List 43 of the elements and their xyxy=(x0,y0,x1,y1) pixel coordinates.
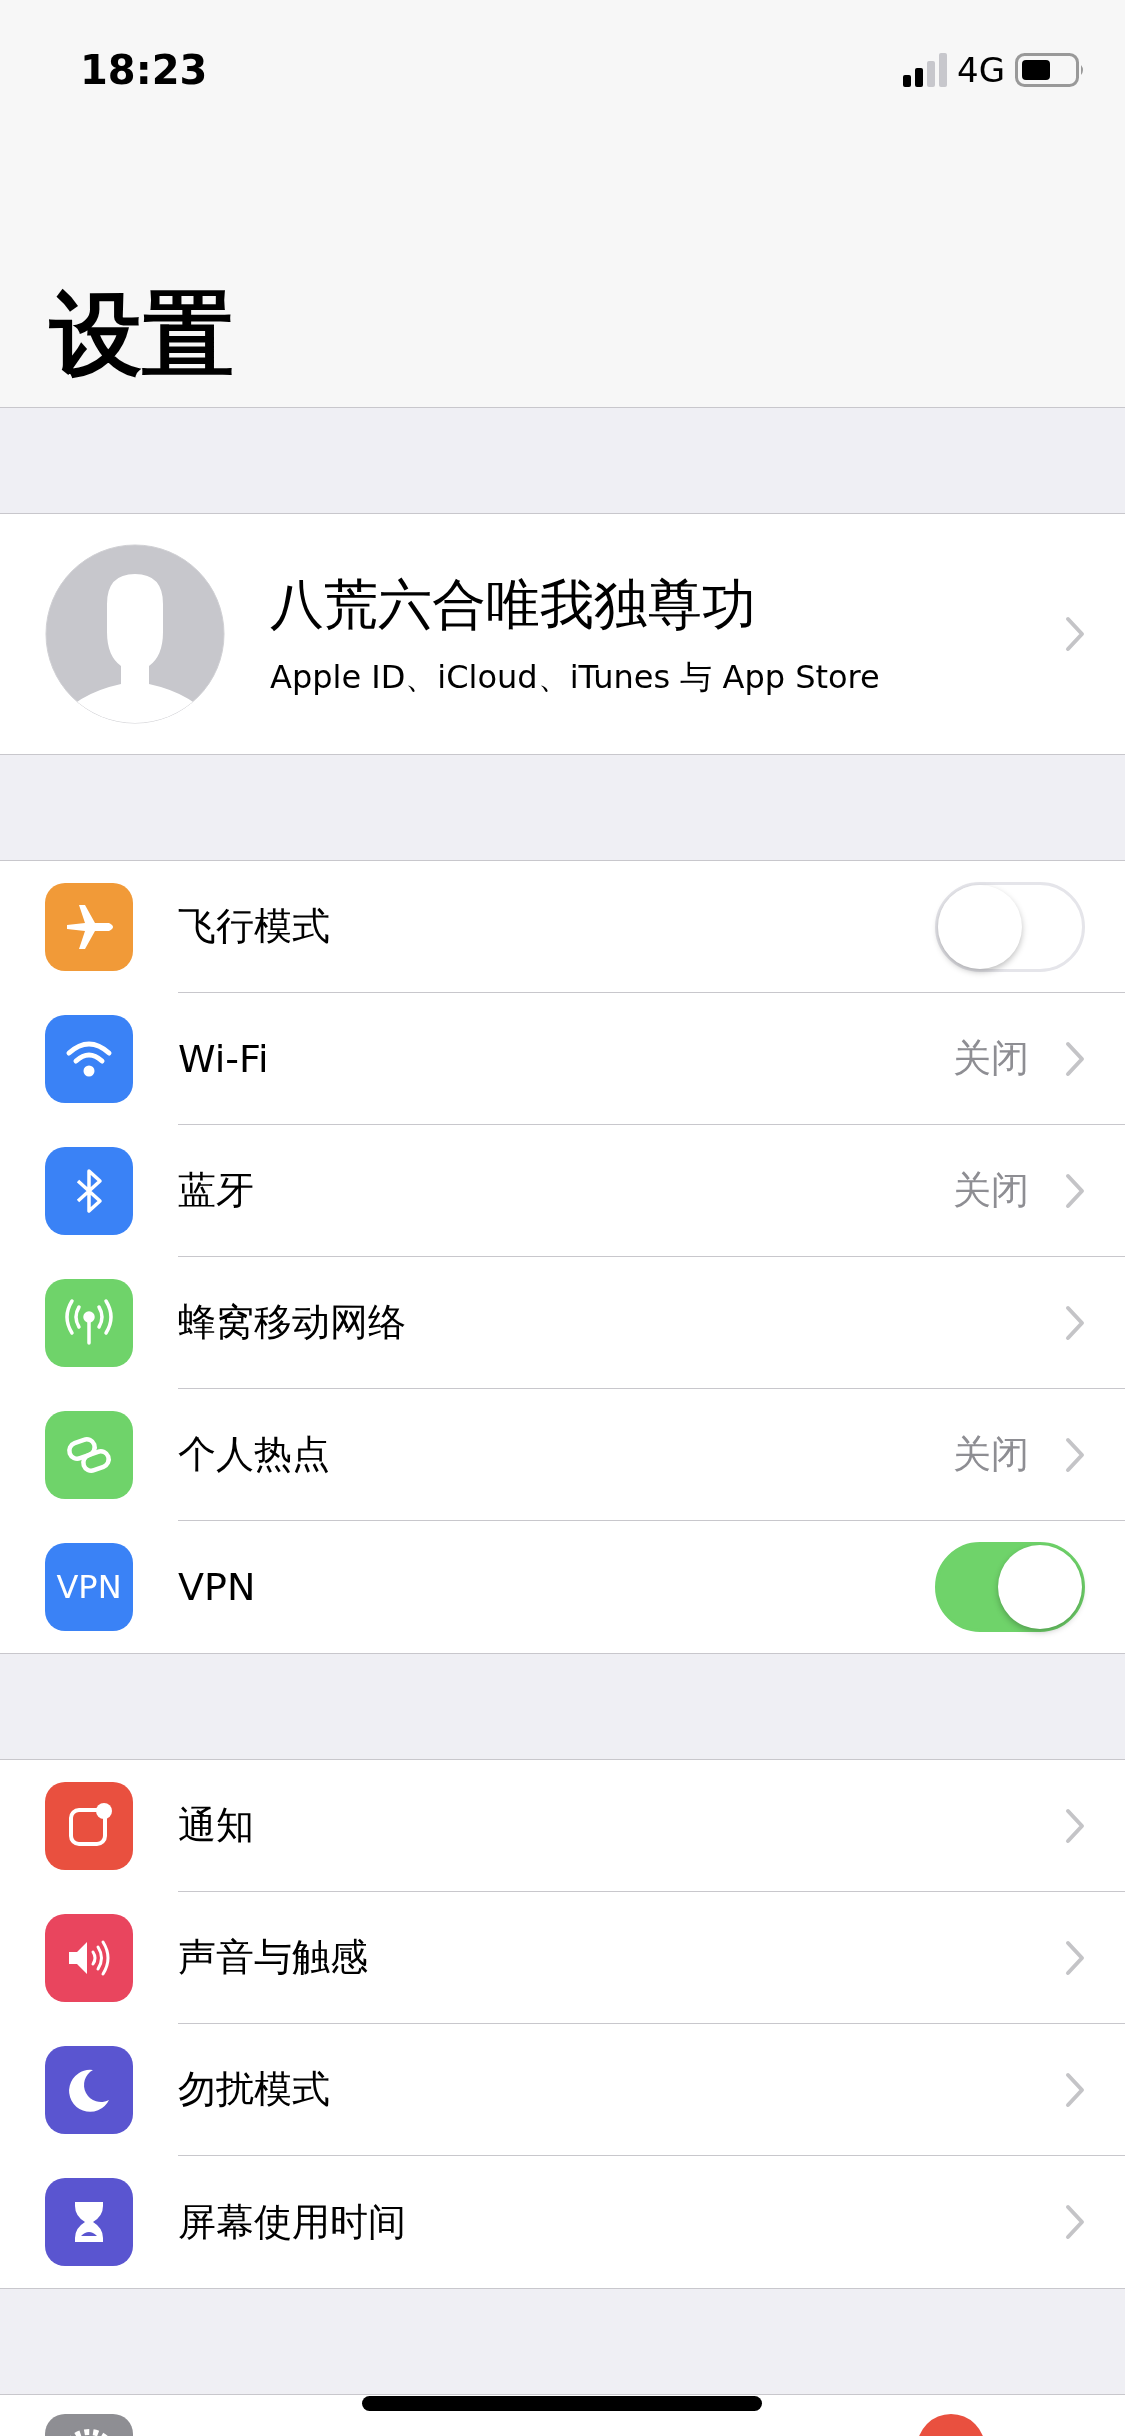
row-value: 关闭 xyxy=(953,1035,1029,1082)
settings-row[interactable]: 蓝牙 关闭 xyxy=(0,1125,1125,1257)
vpn-icon: VPN xyxy=(45,1543,133,1631)
settings-row[interactable]: 飞行模式 xyxy=(0,861,1125,993)
row-label: 个人热点 xyxy=(178,1431,331,1478)
settings-row[interactable]: 屏幕使用时间 xyxy=(0,2156,1125,2288)
chevron-icon xyxy=(1065,2071,1085,2108)
chevron-icon xyxy=(1065,1807,1085,1844)
row-value: 关闭 xyxy=(953,1431,1029,1478)
chevron-icon xyxy=(1065,1040,1085,1077)
account-subtitle: Apple ID、iCloud、iTunes 与 App Store xyxy=(270,656,881,698)
row-label: VPN xyxy=(178,1565,257,1609)
page-title: 设置 xyxy=(48,280,235,390)
row-label: 蓝牙 xyxy=(178,1167,255,1214)
row-label: 屏幕使用时间 xyxy=(178,2198,407,2246)
network-type: 4G xyxy=(957,50,1005,90)
settings-row[interactable]: 通知 xyxy=(0,1760,1125,1892)
settings-row[interactable]: 声音与触感 xyxy=(0,1892,1125,2024)
chevron-icon xyxy=(1065,1172,1085,1209)
signal-icon xyxy=(903,53,947,87)
row-label: 通知 xyxy=(178,1802,255,1849)
chevron-icon xyxy=(1065,1304,1085,1341)
chevron-icon xyxy=(1065,616,1085,652)
battery-icon xyxy=(1015,53,1085,87)
status-time: 18:23 xyxy=(80,47,208,93)
chevron-icon xyxy=(1065,1939,1085,1976)
row-value: 关闭 xyxy=(953,1167,1029,1214)
profile-row[interactable]: 八荒六合唯我独尊功 Apple ID、iCloud、iTunes 与 App Store xyxy=(0,513,1125,755)
settings-row[interactable]: 个人热点 关闭 xyxy=(0,1389,1125,1521)
account-name: 八荒六合唯我独尊功 xyxy=(270,571,757,638)
row-label: 勿扰模式 xyxy=(178,2066,331,2113)
row-label: 声音与触感 xyxy=(178,1934,369,1981)
badge-icon xyxy=(917,2414,985,2436)
settings-row[interactable]: Wi-Fi 关闭 xyxy=(0,993,1125,1125)
avatar-icon xyxy=(45,544,225,724)
chevron-icon xyxy=(1065,2204,1085,2240)
settings-row[interactable]: 勿扰模式 xyxy=(0,2024,1125,2156)
row-label: 蜂窝移动网络 xyxy=(178,1299,407,1346)
settings-row[interactable]: VPN VPN xyxy=(0,1521,1125,1653)
settings-row[interactable]: 蜂窝移动网络 xyxy=(0,1257,1125,1389)
row-label: Wi-Fi xyxy=(178,1036,270,1081)
chevron-icon xyxy=(1065,1436,1085,1473)
row-label: 飞行模式 xyxy=(178,903,331,950)
